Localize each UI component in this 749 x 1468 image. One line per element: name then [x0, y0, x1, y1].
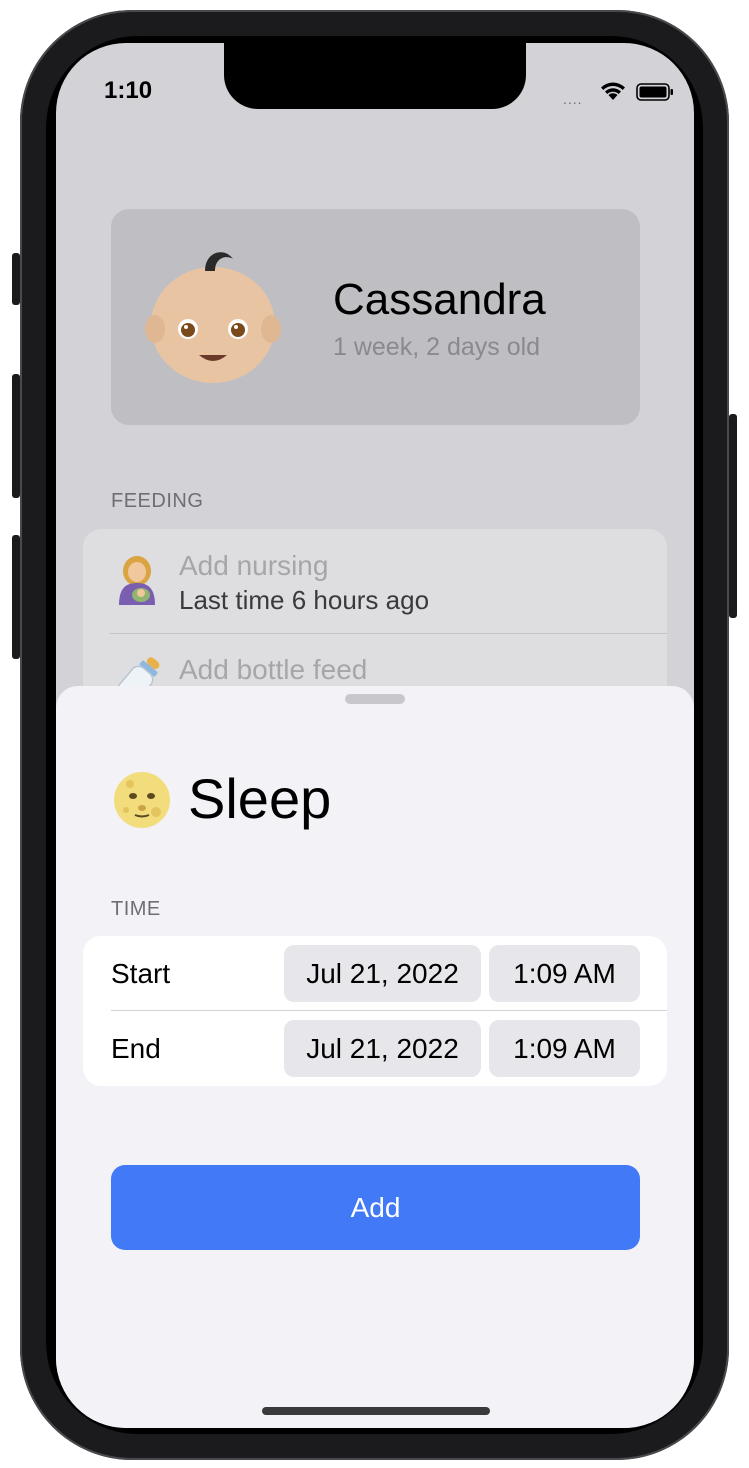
full-moon-face-icon: [114, 772, 170, 828]
end-label: End: [111, 1033, 161, 1064]
start-label: Start: [111, 958, 171, 989]
sheet-grabber[interactable]: [345, 694, 405, 704]
bottle-feed-title: Add bottle feed: [179, 654, 368, 685]
feeding-section-label: FEEDING: [111, 490, 204, 512]
end-time-picker[interactable]: 1:09 AM: [489, 1020, 640, 1077]
power-button: [729, 414, 737, 618]
volume-down-button: [12, 535, 20, 659]
start-row: Start Jul 21, 2022 1:09 AM: [83, 936, 667, 1011]
battery-icon: [636, 83, 673, 101]
end-row: End Jul 21, 2022 1:09 AM: [83, 1011, 667, 1086]
nursing-subtitle: Last time 6 hours ago: [179, 585, 430, 615]
status-time: 1:10: [104, 77, 153, 104]
volume-up-button: [12, 374, 20, 498]
profile-card[interactable]: Cassandra 1 week, 2 days old: [111, 209, 640, 425]
mute-switch: [12, 253, 20, 305]
stage: 1:10 .... Cassandra 1 week, 2 days old F…: [0, 0, 749, 1468]
phone-screen: 1:10 .... Cassandra 1 week, 2 days old F…: [56, 43, 694, 1428]
baby-name: Cassandra: [333, 275, 546, 324]
home-indicator[interactable]: [262, 1407, 490, 1415]
nursing-title: Add nursing: [179, 550, 329, 581]
start-date-picker[interactable]: Jul 21, 2022: [284, 945, 481, 1002]
sheet-title: Sleep: [188, 767, 332, 830]
notch: [224, 43, 526, 109]
end-date-picker[interactable]: Jul 21, 2022: [284, 1020, 481, 1077]
breastfeeding-icon: [119, 556, 155, 605]
cellular-signal: ....: [563, 91, 583, 107]
time-section-label: TIME: [111, 898, 161, 920]
baby-age: 1 week, 2 days old: [333, 333, 541, 361]
list-item-nursing[interactable]: Add nursing Last time 6 hours ago: [83, 529, 667, 633]
wifi-icon: [601, 82, 625, 100]
time-list: Start Jul 21, 2022 1:09 AM End Jul 21, 2…: [83, 936, 667, 1086]
start-time-picker[interactable]: 1:09 AM: [489, 945, 640, 1002]
sleep-sheet: Sleep TIME Start Jul 21, 2022 1:09 AM En…: [56, 686, 694, 1428]
baby-face-icon: [145, 252, 281, 383]
add-button[interactable]: Add: [111, 1165, 640, 1250]
